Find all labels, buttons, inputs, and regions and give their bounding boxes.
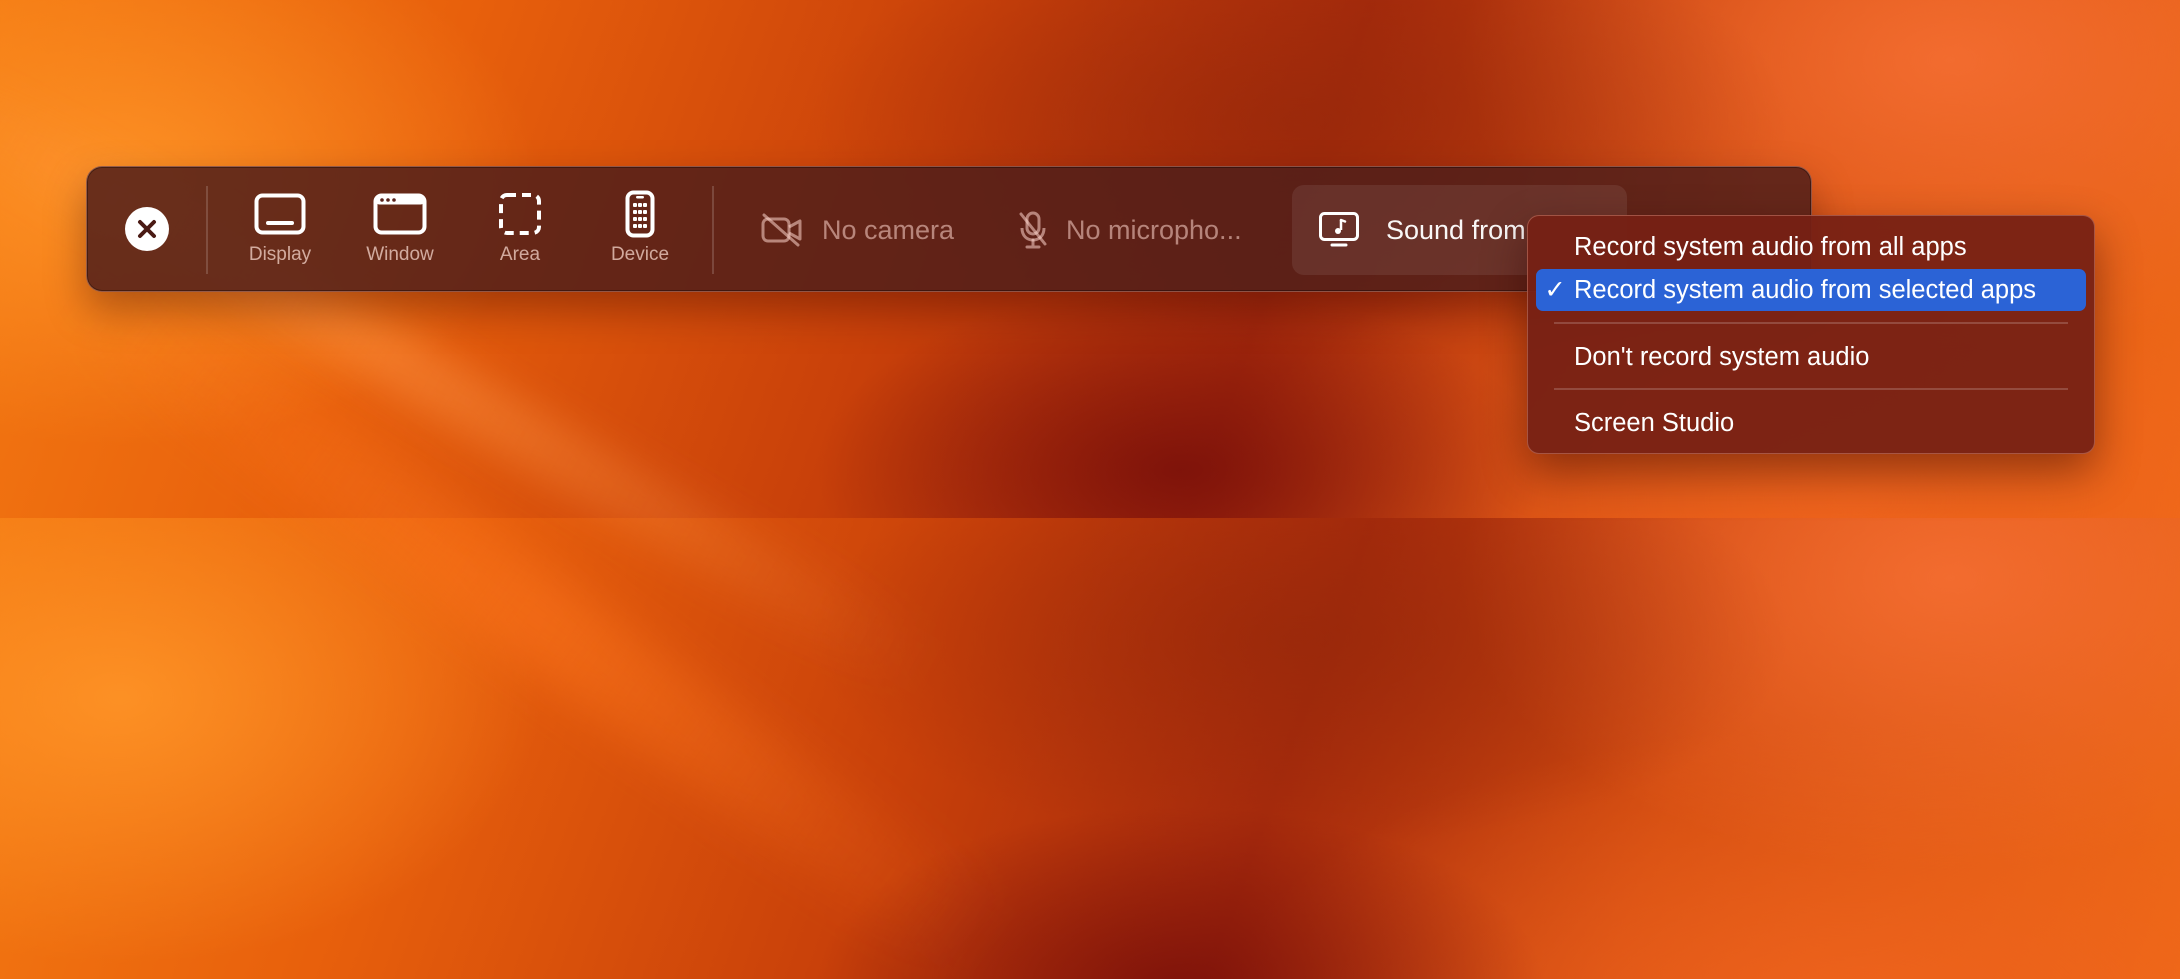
toolbar-separator	[206, 186, 208, 274]
camera-off-icon	[761, 213, 802, 247]
menu-item-label: Don't record system audio	[1574, 342, 1870, 371]
close-icon	[138, 220, 156, 238]
capture-area-label: Area	[499, 244, 541, 265]
checkmark-icon: ✓	[1544, 276, 1566, 304]
speaker-display-icon	[1319, 212, 1359, 247]
close-button[interactable]	[125, 207, 169, 251]
capture-window-label: Window	[366, 244, 434, 265]
menu-divider	[1554, 388, 2068, 390]
menu-divider	[1554, 322, 2068, 324]
sound-source-label: Sound from	[1386, 214, 1526, 245]
capture-window-button[interactable]: Window	[345, 190, 455, 272]
capture-display-button[interactable]: Display	[225, 190, 335, 272]
window-icon	[373, 193, 427, 235]
microphone-select[interactable]: No micropho...	[1018, 204, 1242, 256]
menu-item-screen-studio[interactable]: Screen Studio	[1536, 402, 2086, 444]
microphone-off-icon	[1019, 211, 1047, 249]
menu-item-record-selected-apps[interactable]: ✓ Record system audio from selected apps	[1536, 269, 2086, 311]
area-selection-icon	[499, 193, 541, 235]
capture-display-label: Display	[248, 244, 312, 265]
toolbar-separator	[712, 186, 714, 274]
camera-label: No camera	[822, 214, 955, 245]
camera-select[interactable]: No camera	[760, 204, 954, 256]
phone-device-icon	[625, 190, 655, 238]
menu-item-label: Screen Studio	[1574, 408, 1735, 437]
menu-item-dont-record[interactable]: Don't record system audio	[1536, 336, 2086, 378]
menu-item-record-all-apps[interactable]: Record system audio from all apps	[1536, 226, 2086, 268]
capture-device-button[interactable]: Device	[585, 190, 695, 272]
capture-device-label: Device	[610, 244, 670, 265]
menu-item-label: Record system audio from all apps	[1574, 232, 1967, 261]
capture-area-button[interactable]: Area	[465, 190, 575, 272]
display-icon	[254, 193, 306, 235]
microphone-label: No micropho...	[1066, 214, 1242, 245]
sound-source-content: Sound from	[1318, 204, 1526, 256]
menu-item-label: Record system audio from selected apps	[1574, 275, 2037, 304]
